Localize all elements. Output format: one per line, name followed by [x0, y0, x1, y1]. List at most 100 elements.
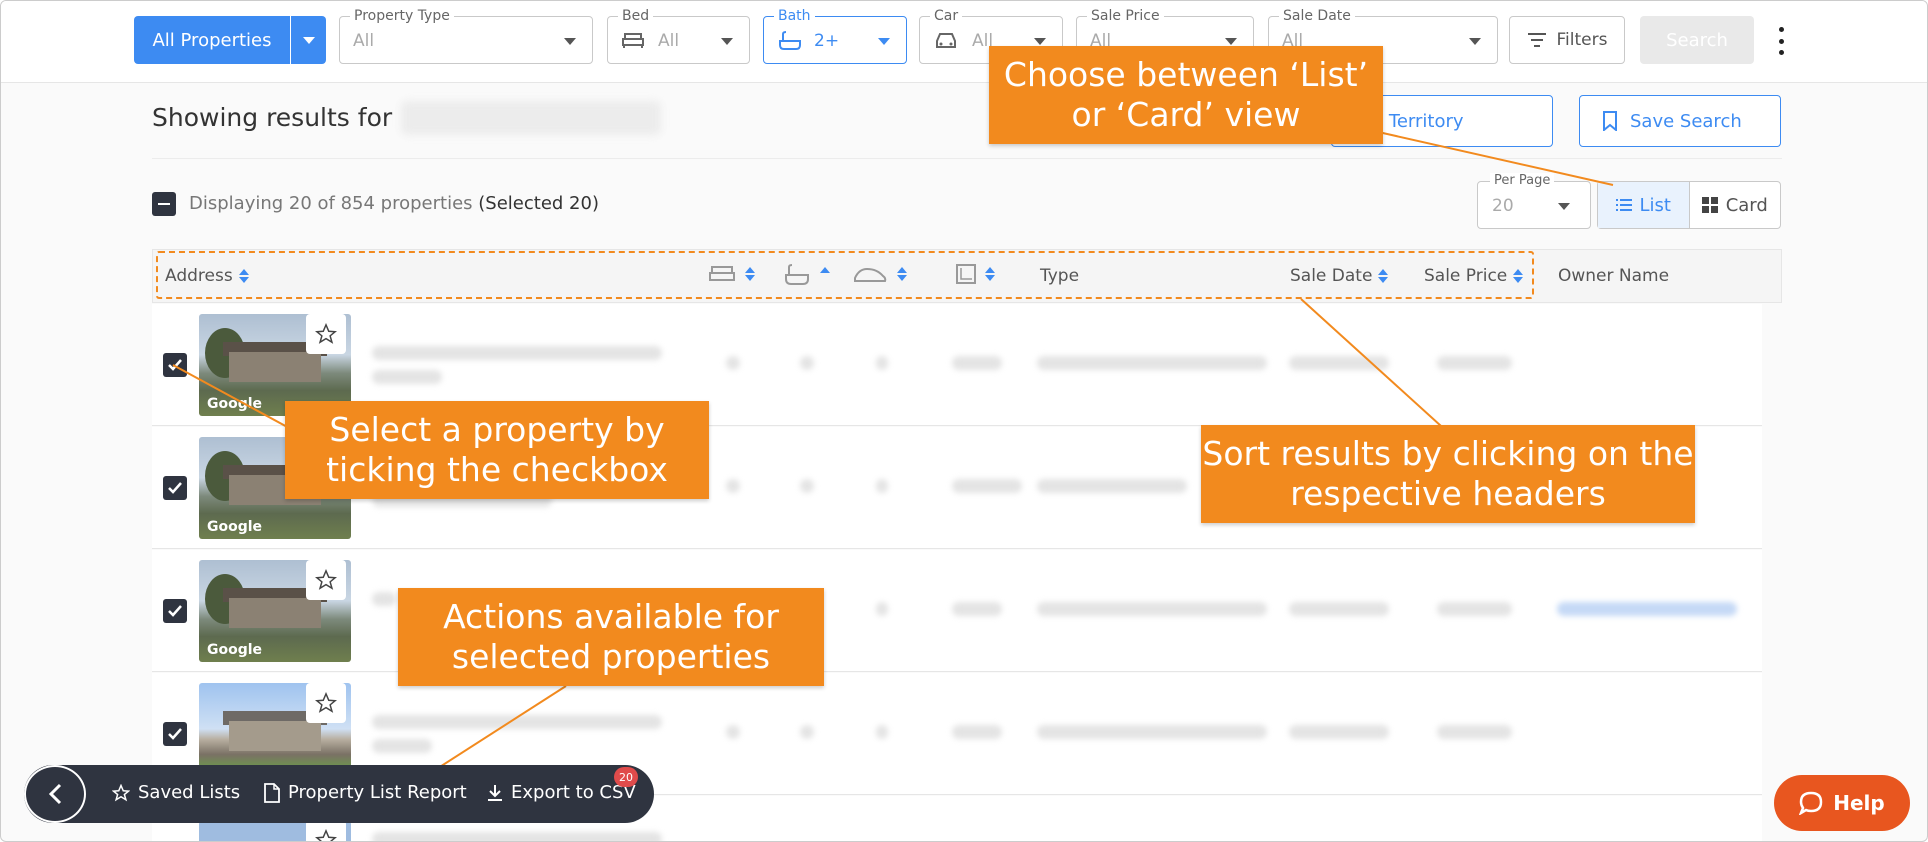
callout-actions: Actions available for selected propertie… — [398, 588, 824, 686]
bed-count — [726, 479, 740, 493]
sale-date — [1289, 356, 1389, 370]
owner-name-link[interactable] — [1557, 602, 1737, 616]
chevron-down-icon — [1469, 38, 1481, 45]
sale-price — [1437, 602, 1512, 616]
chevron-down-icon — [1034, 38, 1046, 45]
favorite-button[interactable] — [306, 820, 346, 841]
row-checkbox[interactable] — [163, 599, 187, 623]
help-button[interactable]: Help — [1774, 775, 1910, 831]
star-icon — [315, 692, 337, 713]
favorite-button[interactable] — [306, 560, 346, 600]
select-all-checkbox[interactable] — [152, 192, 176, 216]
land-size — [952, 356, 1002, 370]
card-view-button[interactable]: Card — [1690, 182, 1781, 228]
callout-select-text: Select a property by ticking the checkbo… — [326, 410, 668, 489]
list-view-button[interactable]: List — [1598, 182, 1690, 228]
check-icon — [168, 605, 182, 617]
car-count — [876, 602, 888, 616]
column-owner-name-label: Owner Name — [1558, 266, 1670, 286]
redacted-location — [401, 101, 661, 135]
list-icon — [1615, 199, 1632, 211]
address-text[interactable] — [372, 832, 662, 841]
chevron-down-icon — [564, 38, 576, 45]
address-text[interactable] — [372, 715, 662, 729]
view-toggle: List Card — [1597, 181, 1781, 229]
help-label: Help — [1833, 791, 1885, 815]
display-count-text: Displaying 20 of 854 properties — [189, 193, 473, 214]
selected-count-text: (Selected 20) — [478, 193, 599, 214]
property-type — [1037, 356, 1267, 370]
car-count — [876, 479, 888, 493]
app-window: All Properties Property Type All Bed All… — [0, 0, 1928, 842]
property-list-report-label: Property List Report — [288, 782, 467, 803]
bath-select[interactable]: Bath 2+ — [763, 8, 907, 64]
land-size — [952, 725, 1002, 739]
callout-sort-text: Sort results by clicking on the respecti… — [1202, 434, 1694, 513]
address-text[interactable] — [372, 346, 662, 360]
filters-label: Filters — [1556, 30, 1608, 50]
callout-view-toggle: Choose between ‘List’ or ‘Card’ view — [989, 46, 1383, 144]
search-button[interactable]: Search — [1640, 16, 1754, 64]
property-type — [1037, 725, 1267, 739]
address-text — [372, 370, 442, 384]
chat-bubble-icon — [1799, 791, 1823, 815]
filter-icon — [1527, 33, 1546, 47]
row-checkbox[interactable] — [163, 476, 187, 500]
list-view-label: List — [1639, 194, 1671, 216]
save-search-button[interactable]: Save Search — [1579, 95, 1781, 147]
sale-price — [1437, 356, 1512, 370]
all-properties-button[interactable]: All Properties — [134, 16, 290, 64]
bath-value: 2+ — [814, 31, 840, 51]
callout-sort-headers: Sort results by clicking on the respecti… — [1201, 425, 1695, 523]
check-icon — [168, 728, 182, 740]
property-list-report-button[interactable]: Property List Report — [264, 782, 467, 803]
sortable-headers-highlight — [156, 251, 1534, 299]
sale-price-label: Sale Price — [1087, 8, 1164, 24]
table-row[interactable]: Google — [152, 550, 1762, 672]
bed-count — [726, 356, 740, 370]
bed-value: All — [658, 31, 680, 51]
address-text — [372, 739, 432, 753]
callout-actions-text: Actions available for selected propertie… — [443, 597, 779, 676]
star-icon — [315, 829, 337, 841]
property-type-label: Property Type — [350, 8, 454, 24]
bath-count — [800, 725, 814, 739]
car-count — [876, 356, 888, 370]
property-type-select[interactable]: Property Type All — [339, 8, 593, 64]
filters-button[interactable]: Filters — [1509, 16, 1625, 64]
results-title: Showing results for — [152, 103, 393, 132]
all-properties-dropdown-button[interactable] — [291, 16, 326, 64]
save-search-label: Save Search — [1630, 110, 1742, 132]
star-icon — [315, 323, 337, 344]
bath-count — [800, 479, 814, 493]
car-icon — [936, 33, 956, 48]
favorite-button[interactable] — [306, 314, 346, 354]
google-watermark: Google — [207, 519, 263, 535]
google-watermark: Google — [207, 642, 263, 658]
row-checkbox[interactable] — [163, 722, 187, 746]
divider — [152, 158, 1782, 159]
sale-date-label: Sale Date — [1279, 8, 1355, 24]
filter-bar: All Properties Property Type All Bed All… — [1, 1, 1927, 83]
car-count — [876, 725, 888, 739]
address-text[interactable] — [372, 592, 396, 606]
saved-lists-button[interactable]: Saved Lists — [112, 782, 240, 803]
export-csv-button[interactable]: Export to CSV — [487, 782, 636, 803]
callout-view-text: Choose between ‘List’ or ‘Card’ view — [1003, 55, 1369, 134]
chevron-down-icon — [1225, 38, 1237, 45]
bed-select[interactable]: Bed All — [607, 8, 750, 64]
land-size — [952, 602, 1002, 616]
collapse-button[interactable] — [24, 765, 86, 823]
per-page-select[interactable]: Per Page 20 — [1477, 173, 1591, 229]
download-icon — [488, 784, 502, 801]
car-label: Car — [930, 8, 963, 24]
favorite-button[interactable] — [306, 683, 346, 723]
star-icon — [315, 569, 337, 590]
per-page-value: 20 — [1492, 196, 1514, 216]
star-icon — [112, 783, 130, 801]
per-page-label: Per Page — [1490, 173, 1555, 188]
property-type — [1037, 602, 1267, 616]
more-options-icon[interactable] — [1776, 27, 1786, 55]
row-checkbox[interactable] — [163, 353, 187, 377]
saved-lists-label: Saved Lists — [138, 782, 241, 803]
